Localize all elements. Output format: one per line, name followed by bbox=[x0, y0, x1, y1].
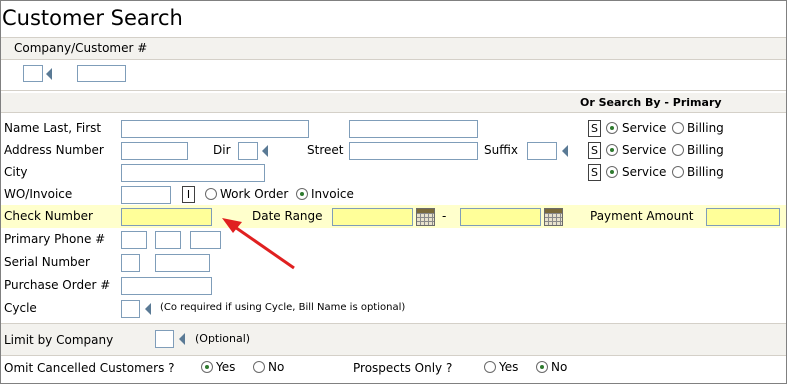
red-pointer-arrow-icon bbox=[222, 218, 295, 270]
